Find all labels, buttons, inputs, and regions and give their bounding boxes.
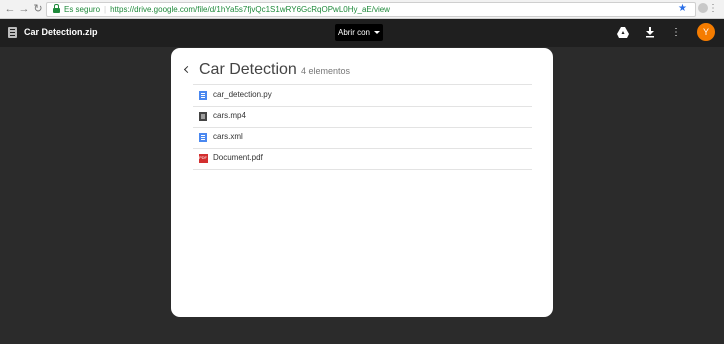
list-item[interactable]: cars.mp4 bbox=[193, 106, 532, 128]
open-with-label: Abrir con bbox=[337, 28, 370, 37]
file-name: Document.pdf bbox=[213, 153, 263, 162]
file-title: Car Detection.zip bbox=[24, 27, 98, 37]
browser-menu-icon[interactable]: ⋮ bbox=[708, 3, 718, 14]
zip-file-icon bbox=[8, 27, 17, 38]
extension-icon[interactable] bbox=[698, 3, 708, 13]
item-count: 4 elementos bbox=[301, 66, 351, 76]
back-icon[interactable] bbox=[183, 64, 191, 74]
address-bar[interactable]: Es seguro | https://drive.google.com/fil… bbox=[46, 2, 696, 17]
download-icon[interactable] bbox=[644, 26, 656, 38]
add-to-drive-icon[interactable] bbox=[617, 26, 629, 38]
file-name: cars.xml bbox=[213, 132, 243, 141]
list-item[interactable]: Document.pdf bbox=[193, 148, 532, 170]
more-options-icon[interactable]: ⋮ bbox=[670, 26, 682, 38]
viewer-top-bar: Car Detection.zip Abrir con ⋮ Y bbox=[0, 19, 724, 47]
lock-icon bbox=[53, 4, 60, 13]
chevron-down-icon bbox=[374, 31, 380, 34]
url-text[interactable]: https://drive.google.com/file/d/1hYa5s7f… bbox=[110, 5, 390, 14]
video-icon bbox=[199, 112, 207, 121]
file-name: cars.mp4 bbox=[213, 111, 246, 120]
browser-toolbar: ← → ↻ Es seguro | https://drive.google.c… bbox=[0, 0, 724, 19]
bookmark-star-icon[interactable]: ★ bbox=[678, 3, 687, 14]
list-item[interactable]: cars.xml bbox=[193, 127, 532, 149]
avatar[interactable]: Y bbox=[697, 23, 715, 41]
list-item[interactable]: car_detection.py bbox=[193, 85, 532, 107]
secure-label: Es seguro bbox=[64, 5, 101, 14]
reload-icon[interactable]: ↻ bbox=[31, 2, 45, 16]
divider: | bbox=[104, 5, 107, 14]
file-name: car_detection.py bbox=[213, 90, 272, 99]
avatar-initial: Y bbox=[702, 27, 709, 37]
forward-arrow-icon[interactable]: → bbox=[17, 2, 31, 16]
document-icon bbox=[199, 133, 207, 142]
open-with-button[interactable]: Abrir con bbox=[335, 24, 383, 41]
document-icon bbox=[199, 91, 207, 100]
pdf-icon bbox=[199, 154, 208, 163]
folder-title: Car Detection bbox=[199, 61, 297, 78]
back-arrow-icon[interactable]: ← bbox=[3, 2, 17, 16]
